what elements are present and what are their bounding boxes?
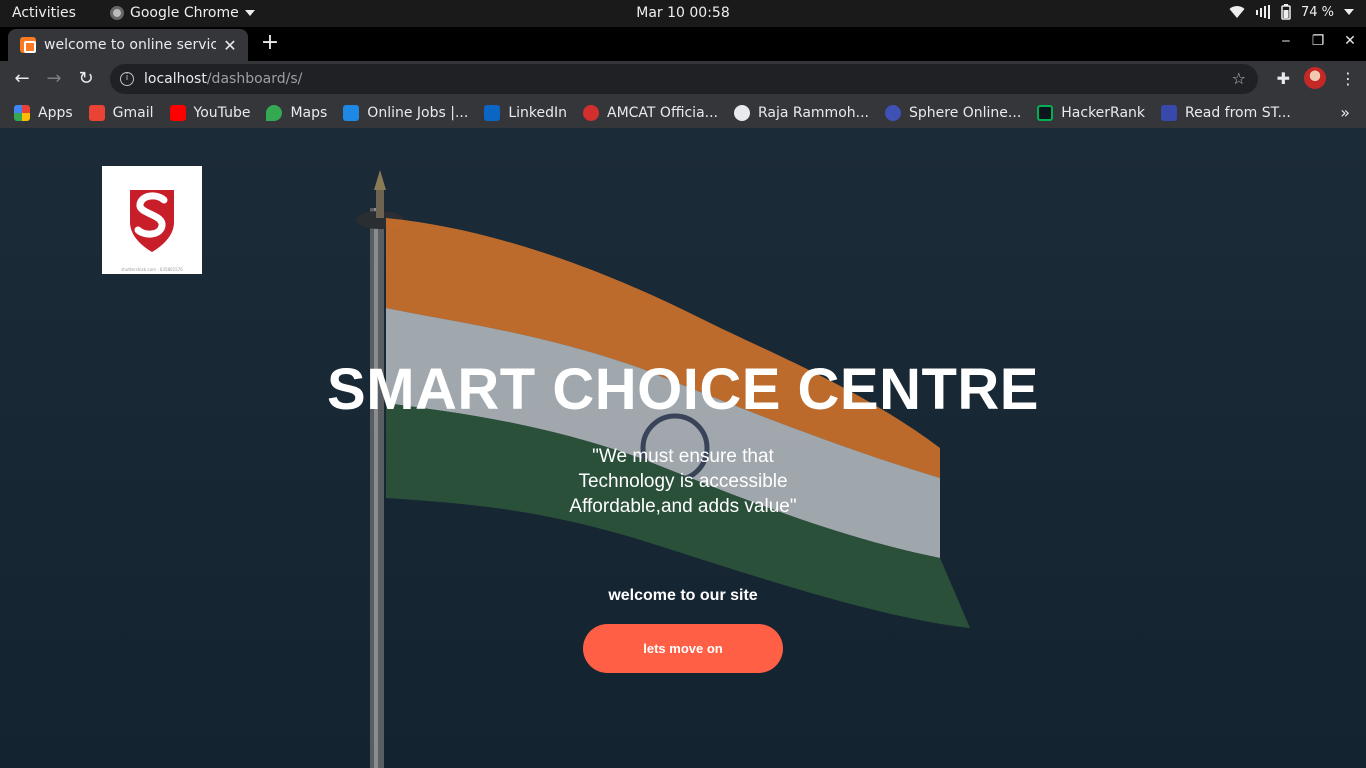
- tab-active[interactable]: welcome to online service ✕: [8, 29, 248, 61]
- url-path: /dashboard/s/: [206, 71, 303, 87]
- bookmark-item[interactable]: Online Jobs |...: [343, 104, 469, 121]
- read-icon: [1161, 104, 1178, 121]
- bookmark-label: Raja Rammoh...: [758, 104, 869, 121]
- youtube-icon: [169, 104, 186, 121]
- url-host: localhost: [144, 71, 207, 87]
- bookmark-item[interactable]: Read from ST...: [1161, 104, 1291, 121]
- close-window-icon[interactable]: ✕: [1342, 33, 1358, 49]
- page-content: shutterstock.com · 635801576 SMART CHOIC…: [0, 128, 1366, 768]
- maps-icon: [266, 104, 283, 121]
- window-controls: ‒ ❐ ✕: [1278, 33, 1358, 49]
- volume-icon: [1255, 5, 1270, 19]
- address-bar[interactable]: i localhost/dashboard/s/ ☆: [110, 64, 1258, 94]
- apps-grid-icon: [14, 104, 30, 121]
- menu-kebab-icon[interactable]: ⋮: [1340, 69, 1356, 88]
- new-tab-button[interactable]: +: [260, 32, 280, 54]
- forward-arrow-icon[interactable]: →: [42, 67, 66, 91]
- tab-title: welcome to online service: [44, 37, 216, 53]
- bookmark-item[interactable]: Maps: [266, 104, 328, 121]
- quote-line: Technology is accessible: [578, 471, 788, 492]
- close-icon[interactable]: ✕: [222, 36, 238, 55]
- bookmarks-bar: Apps Gmail YouTube Maps Online Jobs |...…: [0, 97, 1366, 128]
- welcome-text: welcome to our site: [608, 587, 758, 604]
- toolbar-actions: ✚ ⋮: [1277, 67, 1356, 89]
- chevron-down-icon: [1344, 9, 1354, 15]
- logo-caption: shutterstock.com · 635801576: [121, 267, 183, 272]
- bookmark-label: Gmail: [112, 104, 154, 121]
- globe-icon: [734, 104, 750, 121]
- linkedin-icon: [484, 104, 501, 121]
- bookmark-label: Apps: [38, 104, 73, 121]
- xampp-favicon-icon: [20, 37, 36, 53]
- bookmark-item[interactable]: YouTube: [169, 104, 251, 121]
- bookmark-label: HackerRank: [1061, 104, 1146, 121]
- bookmark-label: LinkedIn: [508, 104, 567, 121]
- page-title: SMART CHOICE CENTRE: [327, 357, 1039, 422]
- bookmarks-overflow-icon[interactable]: »: [1340, 103, 1350, 122]
- battery-percent: 74 %: [1300, 4, 1334, 20]
- bookmark-item[interactable]: HackerRank: [1037, 104, 1146, 121]
- reload-icon[interactable]: ↻: [74, 67, 98, 91]
- bookmark-label: Sphere Online...: [908, 104, 1022, 121]
- lets-move-on-button[interactable]: lets move on: [583, 624, 783, 673]
- info-icon[interactable]: i: [120, 72, 134, 86]
- restore-icon[interactable]: ❐: [1310, 33, 1326, 49]
- back-arrow-icon[interactable]: ←: [10, 67, 34, 91]
- wifi-icon: [1229, 6, 1245, 19]
- bookmark-item[interactable]: Apps: [14, 104, 73, 121]
- sphere-icon: [884, 104, 901, 121]
- site-logo[interactable]: shutterstock.com · 635801576: [102, 166, 202, 274]
- gmail-icon: [88, 104, 105, 121]
- bookmark-label: Online Jobs |...: [367, 104, 469, 121]
- battery-icon: [1281, 4, 1291, 20]
- bookmark-item[interactable]: LinkedIn: [484, 104, 567, 121]
- system-tray[interactable]: 74 %: [1229, 4, 1354, 20]
- bookmark-item[interactable]: AMCAT Officia...: [583, 104, 718, 121]
- tab-strip: welcome to online service ✕ + ‒ ❐ ✕: [0, 27, 1366, 61]
- browser-toolbar: ← → ↻ i localhost/dashboard/s/ ☆ ✚ ⋮: [0, 61, 1366, 97]
- amcat-icon: [583, 104, 599, 121]
- star-icon[interactable]: ☆: [1232, 69, 1246, 88]
- bookmark-item[interactable]: Raja Rammoh...: [734, 104, 869, 121]
- clock[interactable]: Mar 10 00:58: [0, 5, 1366, 21]
- quote-line: "We must ensure that: [592, 446, 774, 467]
- bookmark-label: YouTube: [193, 104, 251, 121]
- bookmark-label: AMCAT Officia...: [607, 104, 718, 121]
- hackerrank-icon: [1037, 104, 1054, 121]
- bookmark-item[interactable]: Sphere Online...: [884, 104, 1022, 121]
- tagline-quote: "We must ensure that Technology is acces…: [0, 444, 1366, 519]
- minimize-icon[interactable]: ‒: [1278, 33, 1294, 49]
- system-top-bar: Activities Google Chrome Mar 10 00:58 74…: [0, 0, 1366, 27]
- shield-s-logo-icon: [130, 190, 174, 252]
- extensions-puzzle-icon[interactable]: ✚: [1277, 69, 1290, 88]
- bookmark-label: Read from ST...: [1185, 104, 1291, 121]
- online-jobs-icon: [343, 104, 360, 121]
- quote-line: Affordable,and adds value": [569, 496, 797, 517]
- bookmark-label: Maps: [290, 104, 328, 121]
- profile-avatar[interactable]: [1304, 67, 1326, 89]
- bookmark-item[interactable]: Gmail: [88, 104, 154, 121]
